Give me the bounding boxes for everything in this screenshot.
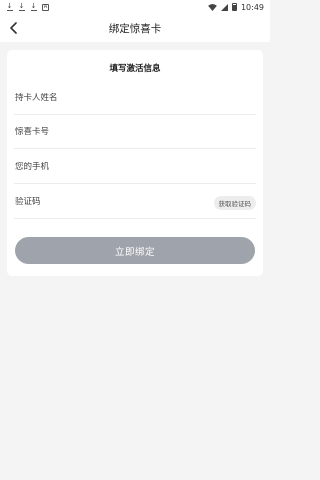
a-icon: A bbox=[42, 3, 49, 11]
get-code-button[interactable]: 获取验证码 bbox=[213, 196, 256, 210]
phone-input[interactable] bbox=[14, 161, 194, 172]
download-icon: ↓ bbox=[18, 2, 25, 11]
verification-code-row: 获取验证码 bbox=[14, 185, 256, 219]
cardholder-name-row bbox=[14, 81, 256, 115]
battery-icon bbox=[231, 3, 237, 11]
back-button[interactable] bbox=[6, 20, 22, 36]
header: 绑定惊喜卡 bbox=[0, 14, 270, 42]
download-icon: ↓ bbox=[6, 2, 13, 11]
page-title: 绑定惊喜卡 bbox=[108, 22, 162, 35]
download-icon: ↓ bbox=[30, 2, 37, 11]
activation-form-card: 填写激活信息 获取验证码 立即绑定 bbox=[7, 50, 263, 276]
section-title: 填写激活信息 bbox=[109, 64, 161, 74]
wifi-icon bbox=[208, 3, 217, 11]
status-bar: ↓ ↓ ↓ A 10:49 bbox=[0, 0, 270, 14]
signal-icon bbox=[220, 3, 228, 11]
phone-row bbox=[14, 150, 256, 184]
cardholder-name-input[interactable] bbox=[14, 92, 194, 103]
notification-icons: ↓ ↓ ↓ A bbox=[6, 3, 49, 11]
chevron-left-icon bbox=[10, 22, 17, 34]
bind-card-button[interactable]: 立即绑定 bbox=[15, 237, 255, 264]
card-number-row bbox=[14, 115, 256, 149]
verification-code-input[interactable] bbox=[14, 196, 154, 207]
status-right: 10:49 bbox=[208, 3, 264, 12]
status-time: 10:49 bbox=[240, 2, 264, 12]
card-number-input[interactable] bbox=[14, 126, 194, 137]
